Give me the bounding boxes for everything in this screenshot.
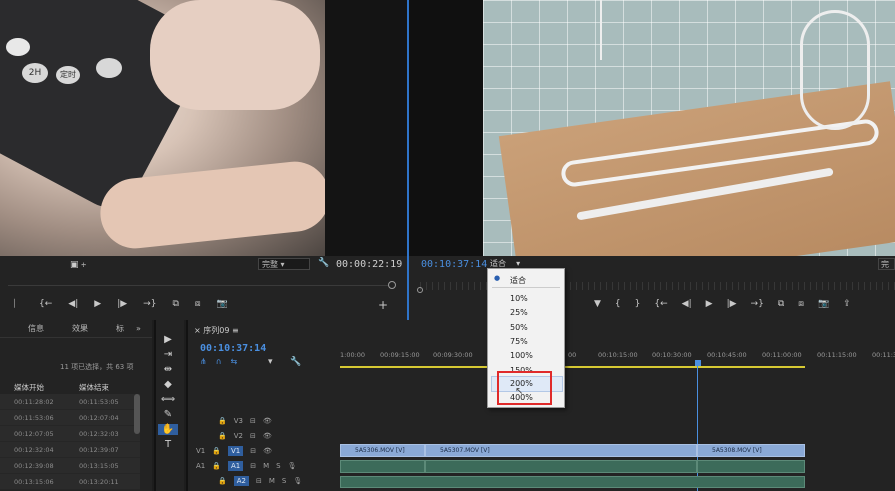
menu-item-fit[interactable]: 适合 [510,275,526,286]
remote-button [96,58,122,78]
audio-clip[interactable] [425,460,697,473]
selection-status: 11 项已选择，共 63 项 [60,363,134,371]
audio-clip[interactable] [340,460,425,473]
ripple-edit-icon[interactable]: ⇹ [158,364,178,375]
play-icon[interactable]: ▶ [706,299,713,309]
camera-icon[interactable]: 📷 [818,299,829,309]
source-timecode: 00:00:22:19 [336,259,403,270]
checked-dot-icon: ● [494,274,501,282]
go-out-icon[interactable]: →} [751,299,764,309]
share-icon[interactable]: ⇪ [843,299,851,309]
go-out-icon[interactable]: →} [143,299,156,309]
remote-button [6,38,30,56]
insert-icon[interactable]: ⧉ [172,299,178,309]
marker-icon[interactable]: ▣ ⧾ [70,260,86,270]
menu-item-25[interactable]: 25% [510,308,528,317]
playhead-handle[interactable] [695,360,701,366]
project-header-row: 媒体开始 媒体结束 [0,380,140,394]
selection-tool-icon[interactable]: ▶ [158,334,178,345]
remote-button-2h: 2H [22,63,48,83]
v1-target[interactable]: V1 [227,445,244,456]
audio-clip[interactable] [340,476,805,488]
monitor-gap [325,0,407,256]
list-item[interactable]: 00:12:32:04 00:12:39:07 [0,442,140,458]
list-item[interactable]: 00:11:28:02 00:11:53:05 [0,394,140,410]
annotation-highlight-box [497,371,552,405]
timeline-timecode[interactable]: 00:10:37:14 [200,343,266,354]
program-letterbox [409,0,483,256]
menu-item-10[interactable]: 10% [510,294,528,303]
remote-button-timer: 定时 [56,66,80,84]
tool-list: ▶ ⇥ ⇹ ◆ ⟺ ✎ ✋ T [158,334,178,450]
project-scrollbar[interactable] [134,394,140,434]
list-item[interactable]: 00:12:39:08 00:13:15:05 [0,458,140,474]
step-back-icon[interactable]: ◀| [682,299,692,309]
project-rows: 00:11:28:02 00:11:53:05 00:11:53:06 00:12:… [0,394,140,490]
menu-item-75[interactable]: 75% [510,337,528,346]
video-clip[interactable]: 5A5307.MOV [V] [425,444,697,457]
scrub-end-marker[interactable] [388,281,396,289]
step-back-icon[interactable]: ◀| [68,299,78,309]
list-item[interactable]: 00:11:53:06 00:12:07:04 [0,410,140,426]
extract-icon[interactable]: ⧈ [798,299,804,309]
project-tabs: 信息 效果 标 » [0,320,152,338]
list-item[interactable]: 00:12:07:05 00:12:32:03 [0,426,140,442]
source-transport: ⎸ {← ◀| ▶ |▶ →} ⧉ ⧈ 📷 [14,299,228,309]
a1-target[interactable]: A1 [227,460,244,471]
work-area-bar[interactable] [340,366,805,368]
tab-overflow[interactable]: » [136,324,141,333]
marker-icon[interactable]: ▼ [594,299,601,309]
program-playhead[interactable] [417,287,423,293]
source-monitor-frame: 2H 定时 [0,0,325,256]
col-media-end[interactable]: 媒体结束 [79,382,109,393]
program-fit-value: 适合 [490,259,506,268]
program-quality-select[interactable]: 完 [878,258,895,270]
slip-icon[interactable]: ⟺ [158,394,178,405]
col-media-start[interactable]: 媒体开始 [14,382,79,393]
video-clip[interactable]: 5A5308.MOV [V] [697,444,805,457]
mark-out-icon[interactable]: } [635,299,641,309]
add-button[interactable]: + [378,298,388,312]
source-scrub-bar[interactable] [8,285,388,286]
menu-item-50[interactable]: 50% [510,323,528,332]
list-item[interactable]: 00:13:15:06 00:13:20:11 [0,474,140,490]
tab-effects[interactable]: 效果 [72,323,88,334]
sequence-name: 序列09 [203,326,230,335]
timeline-tab[interactable]: × 序列09 ≡ [194,325,239,336]
menu-separator [492,287,560,288]
menu-item-100[interactable]: 100% [510,351,533,360]
razor-icon[interactable]: ◆ [158,379,178,390]
track-select-icon[interactable]: ⇥ [158,349,178,360]
timeline-tool-icons[interactable]: ⋔∩⇆ [200,357,246,366]
camera-icon[interactable]: 📷 [217,299,228,309]
video-clip[interactable]: 5A5306.MOV [V] [340,444,425,457]
lift-icon[interactable]: ⧉ [778,299,784,309]
pen-icon[interactable]: ✎ [158,409,178,420]
wrench-icon[interactable]: 🔧 [318,258,329,268]
tab-info[interactable]: 信息 [28,323,44,334]
step-forward-icon[interactable]: |▶ [727,299,737,309]
timeline-marker-icon[interactable]: ▾ [268,357,273,367]
type-icon[interactable]: T [158,439,178,450]
cable-image [600,0,602,60]
program-transport: ▼ { } {← ◀| ▶ |▶ →} ⧉ ⧈ 📷 ⇪ [594,299,851,309]
program-timecode[interactable]: 00:10:37:14 [421,259,487,270]
cable-image [800,10,870,130]
mark-in-icon[interactable]: ⎸ [14,299,23,309]
timeline-wrench-icon[interactable]: 🔧 [290,357,301,367]
go-in-icon[interactable]: {← [654,299,667,309]
mark-in-icon[interactable]: { [615,299,621,309]
step-forward-icon[interactable]: |▶ [117,299,127,309]
audio-clip[interactable] [697,460,805,473]
source-fit-select[interactable]: 完整 ▾ [258,258,310,270]
source-fit-value: 完整 [262,260,278,269]
go-in-icon[interactable]: {← [39,299,52,309]
overwrite-icon[interactable]: ⧈ [195,299,201,309]
finger-image [150,0,320,110]
track-header-v3: 🔒 V3 ⊟ 👁 🔒 V2 ⊟ 👁 V1 🔒 V1 ⊟ 👁 A1 🔒 A1 ⊟ M S 🎙 🔒 A2 ⊟ M S 🎙 [196,416,303,486]
tab-markers[interactable]: 标 [116,323,124,334]
play-icon[interactable]: ▶ [94,299,101,309]
hand-icon[interactable]: ✋ [158,424,178,435]
